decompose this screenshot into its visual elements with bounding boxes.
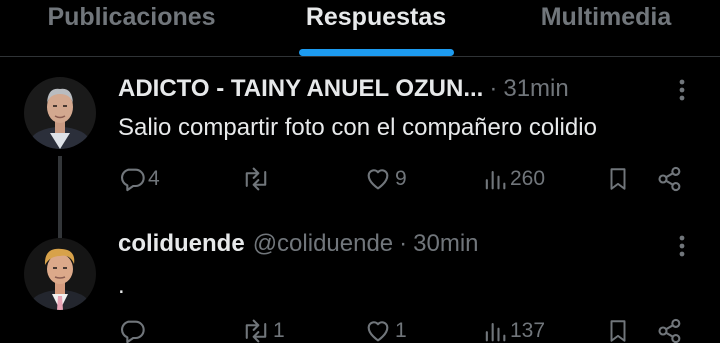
reply-button[interactable]: [118, 314, 148, 343]
post-header: coliduende @coliduende · 30min: [118, 230, 479, 260]
post-actions: 4 9 260: [0, 162, 720, 196]
profile-tabs: Publicaciones Respuestas Multimedia: [0, 0, 720, 57]
post[interactable]: ADICTO - TAINY ANUEL OZUN... · 31min Sal…: [0, 58, 720, 238]
avatar[interactable]: [24, 77, 96, 149]
more-options-icon[interactable]: [668, 75, 696, 105]
post[interactable]: coliduende @coliduende · 30min . 1 1 137: [0, 224, 720, 343]
views-icon: [485, 170, 506, 190]
display-name[interactable]: ADICTO - TAINY ANUEL OZUN...: [118, 75, 483, 103]
heart-icon: [367, 169, 389, 190]
reply-button[interactable]: 4: [118, 162, 160, 196]
post-actions: 1 1 137: [0, 314, 720, 343]
active-tab-indicator: [299, 49, 454, 56]
post-header: ADICTO - TAINY ANUEL OZUN... · 31min: [118, 75, 569, 105]
tab-multimedia[interactable]: Multimedia: [525, 0, 687, 34]
retweet-button[interactable]: 1: [241, 314, 285, 343]
heart-icon: [367, 321, 389, 342]
reply-count: 4: [148, 167, 160, 190]
like-button[interactable]: 1: [363, 314, 407, 343]
share-button[interactable]: [656, 314, 684, 343]
separator-dot: ·: [489, 75, 498, 102]
views-button[interactable]: 137: [482, 314, 545, 343]
retweet-button[interactable]: [241, 162, 273, 196]
post-time[interactable]: 30min: [413, 230, 478, 258]
like-count: 9: [395, 167, 407, 190]
more-options-icon[interactable]: [668, 231, 696, 261]
bookmark-icon: [610, 320, 626, 342]
retweet-icon: [245, 167, 267, 191]
share-button[interactable]: [656, 162, 684, 196]
post-time[interactable]: 31min: [503, 75, 568, 103]
post-text: Salio compartir foto con el compañero co…: [118, 114, 597, 141]
retweet-icon: [245, 319, 267, 343]
share-icon: [658, 166, 681, 192]
like-count: 1: [395, 319, 407, 342]
tab-respuestas[interactable]: Respuestas: [296, 0, 456, 34]
post-text: .: [118, 272, 125, 299]
reply-icon: [121, 168, 145, 192]
user-handle[interactable]: @coliduende: [253, 230, 393, 258]
tab-publicaciones[interactable]: Publicaciones: [34, 0, 229, 34]
bookmark-icon: [610, 168, 626, 190]
views-icon: [485, 322, 506, 342]
retweet-count: 1: [273, 319, 285, 342]
separator-dot: ·: [399, 230, 408, 257]
share-icon: [658, 318, 681, 343]
like-button[interactable]: 9: [363, 162, 407, 196]
views-count: 137: [510, 319, 546, 342]
display-name[interactable]: coliduende: [118, 230, 245, 258]
bookmark-button[interactable]: [605, 162, 631, 196]
avatar[interactable]: [24, 238, 96, 310]
views-button[interactable]: 260: [482, 162, 545, 196]
bookmark-button[interactable]: [605, 314, 631, 343]
views-count: 260: [510, 167, 546, 190]
reply-icon: [121, 320, 145, 343]
